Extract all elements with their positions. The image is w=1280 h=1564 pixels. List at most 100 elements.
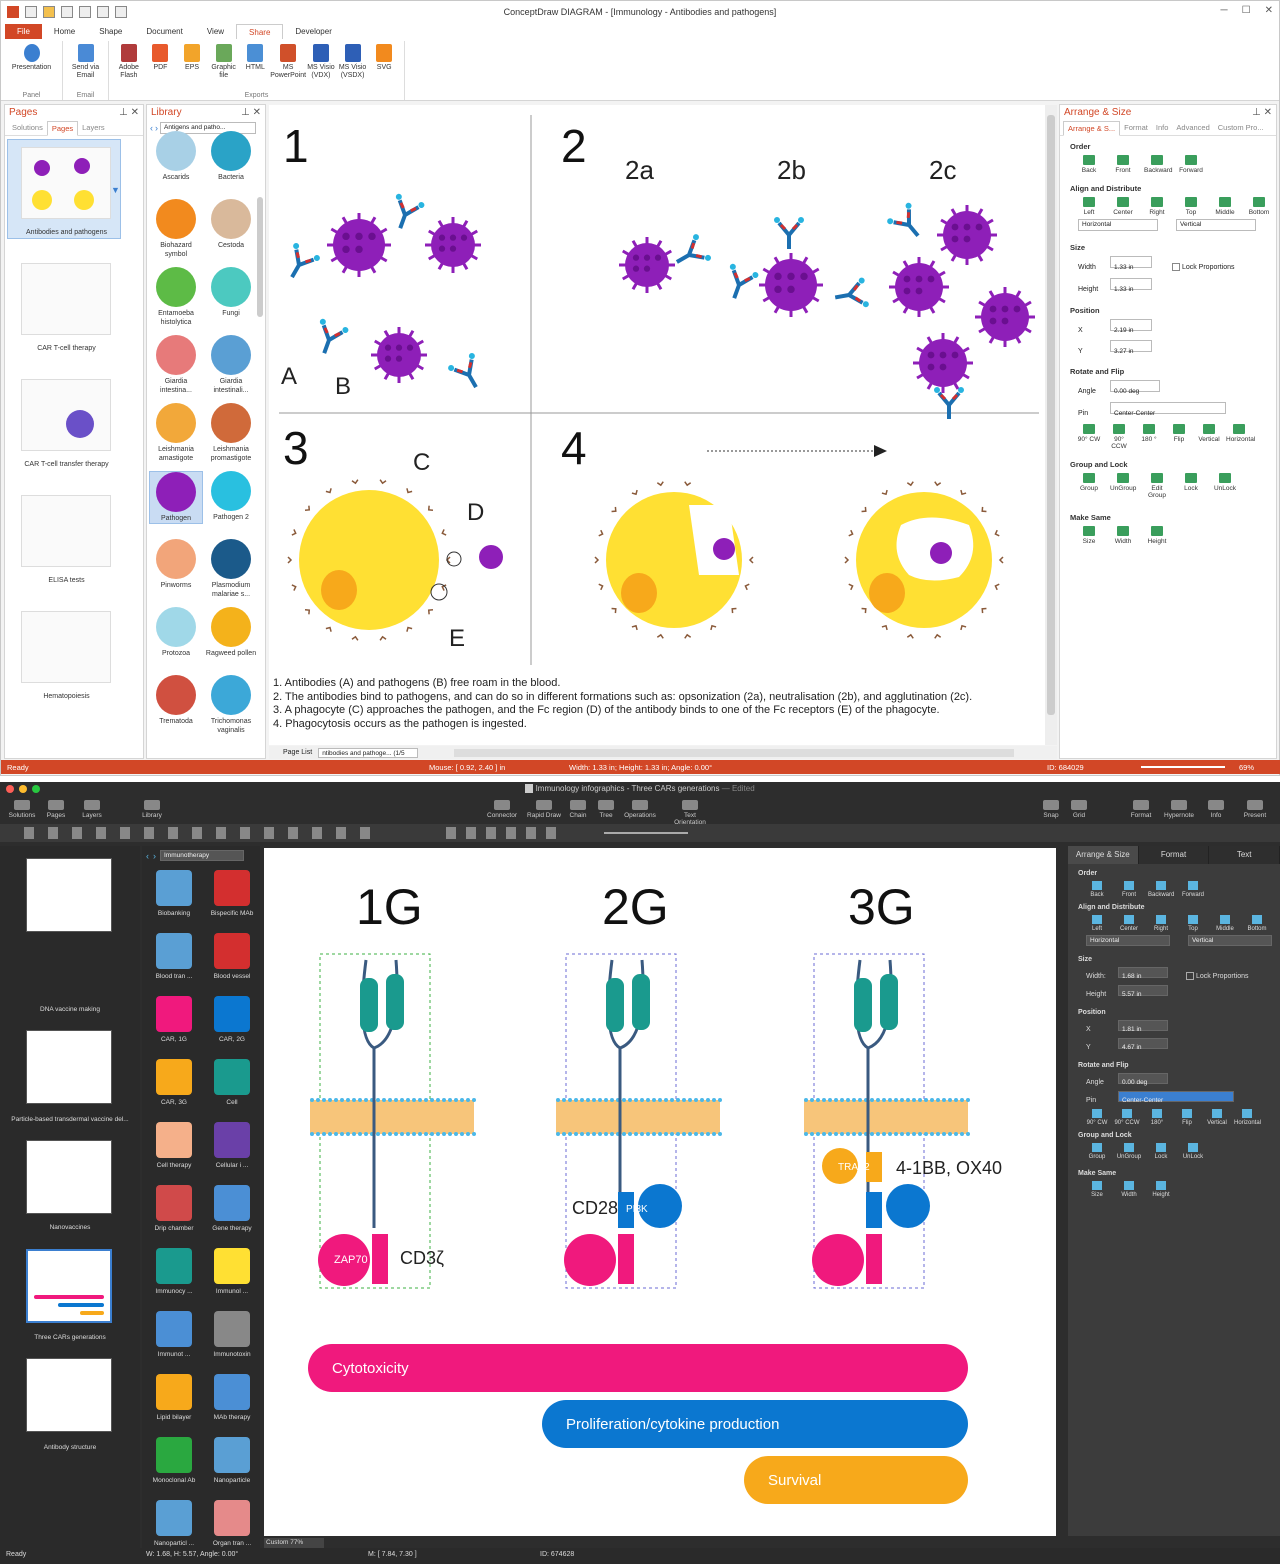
presentation-button[interactable]: Presentation [5, 41, 58, 88]
tab-format[interactable]: Format [1120, 121, 1152, 135]
arrange-back-button[interactable]: Back [1076, 155, 1102, 174]
tab-custom-properties[interactable]: Custom Pro... [1214, 121, 1268, 135]
arrange-middle-button[interactable]: Middle [1212, 915, 1238, 932]
tab-text[interactable]: Text [1209, 846, 1280, 864]
arrange-unlock-button[interactable]: UnLock [1212, 473, 1238, 499]
library-item[interactable]: Leishmania amastigote [149, 403, 203, 463]
page-thumbnail[interactable] [26, 1249, 112, 1323]
export-vdx-button[interactable]: MS Visio (VDX) [305, 41, 337, 88]
arrange-right-button[interactable]: Right [1148, 915, 1174, 932]
library-item[interactable]: Pathogen [149, 471, 203, 524]
horizontal-scrollbar[interactable] [454, 748, 1015, 757]
export-powerpoint-button[interactable]: MS PowerPoint [270, 41, 306, 88]
arrange-group-button[interactable]: Group [1084, 1143, 1110, 1160]
toolbar-present-button[interactable]: Present [1233, 800, 1277, 819]
y-field[interactable]: 4.67 in [1118, 1038, 1168, 1051]
page-label[interactable]: CAR T-cell therapy [5, 345, 128, 352]
page-thumbnail[interactable] [21, 147, 111, 219]
nav-back-icon[interactable]: ‹ [146, 851, 149, 861]
library-item[interactable]: Nanoparticl ... [144, 1500, 204, 1547]
toolbar-operations-button[interactable]: Operations [618, 800, 662, 819]
zoom-select[interactable]: Custom 77% [264, 1538, 324, 1548]
library-dropdown[interactable]: Immunotherapy [160, 850, 244, 861]
minimize-icon[interactable]: ─ [1221, 5, 1228, 16]
export-graphic-button[interactable]: Graphic file [208, 41, 240, 88]
x-field[interactable]: 1.81 in [1118, 1020, 1168, 1033]
pin-close-icon[interactable]: ⊥ ✕ [119, 107, 139, 119]
library-item[interactable]: Fungi [204, 267, 258, 318]
arrange-backward-button[interactable]: Backward [1148, 881, 1174, 898]
arrange-center-button[interactable]: Center [1110, 197, 1136, 216]
arrange-90-cw-button[interactable]: 90° CW [1084, 1109, 1110, 1126]
arrange-size-button[interactable]: Size [1084, 1181, 1110, 1198]
export-flash-button[interactable]: Adobe Flash [113, 41, 145, 88]
arrange-front-button[interactable]: Front [1116, 881, 1142, 898]
library-item[interactable]: Pinworms [149, 539, 203, 590]
library-item[interactable]: Immunot ... [144, 1311, 204, 1358]
library-item[interactable]: Entamoeba histolytica [149, 267, 203, 327]
arrange-180--button[interactable]: 180 ° [1136, 424, 1162, 450]
close-icon[interactable]: ✕ [1265, 5, 1273, 16]
toolbar-connector-button[interactable]: Connector [480, 800, 524, 819]
library-item[interactable]: Biobanking [144, 870, 204, 917]
library-item[interactable]: Giardia intestinali... [204, 335, 258, 395]
height-field[interactable]: 1.33 in [1110, 278, 1152, 293]
status-zoom[interactable]: 69% [1239, 763, 1254, 772]
library-item[interactable]: Cellular i ... [202, 1122, 262, 1169]
zoom-tools[interactable] [446, 827, 566, 839]
width-field[interactable]: 1.33 in [1110, 256, 1152, 271]
page-label[interactable]: ELISA tests [5, 577, 128, 584]
library-item[interactable]: Cell therapy [144, 1122, 204, 1169]
lock-proportions-checkbox[interactable] [1186, 972, 1194, 981]
tab-arrange-size[interactable]: Arrange & Size [1068, 846, 1139, 864]
arrange-top-button[interactable]: Top [1180, 915, 1206, 932]
arrange-height-button[interactable]: Height [1144, 526, 1170, 545]
library-item[interactable]: Nanoparticle [202, 1437, 262, 1484]
page-thumbnail[interactable] [26, 858, 112, 932]
page-label[interactable]: Antibody structure [0, 1444, 140, 1451]
arrange-ungroup-button[interactable]: UnGroup [1116, 1143, 1142, 1160]
arrange-vertical-button[interactable]: Vertical [1204, 1109, 1230, 1126]
lock-proportions-checkbox[interactable] [1172, 263, 1180, 272]
arrange-horizontal-button[interactable]: Horizontal [1234, 1109, 1261, 1126]
arrange-90-cw-button[interactable]: 90° CW [1076, 424, 1102, 450]
distribute-horizontal-select[interactable]: Horizontal [1086, 935, 1170, 946]
library-item[interactable]: Biohazard symbol [149, 199, 203, 259]
arrange-horizontal-button[interactable]: Horizontal [1226, 424, 1255, 450]
toolbar-library-button[interactable]: Library [130, 800, 174, 819]
library-item[interactable]: Cell [202, 1059, 262, 1106]
arrange-90-ccw-button[interactable]: 90° CCW [1114, 1109, 1140, 1126]
arrange-group-button[interactable]: Group [1076, 473, 1102, 499]
tab-solutions[interactable]: Solutions [8, 121, 47, 135]
library-item[interactable]: Bispecific MAb [202, 870, 262, 917]
library-scrollbar[interactable] [257, 197, 263, 317]
tab-layers[interactable]: Layers [78, 121, 109, 135]
tab-developer[interactable]: Developer [283, 24, 343, 39]
tab-view[interactable]: View [195, 24, 236, 39]
arrange-bottom-button[interactable]: Bottom [1244, 915, 1270, 932]
library-item[interactable]: Immunol ... [202, 1248, 262, 1295]
arrange-vertical-button[interactable]: Vertical [1196, 424, 1222, 450]
library-item[interactable]: Cestoda [204, 199, 258, 250]
arrange-front-button[interactable]: Front [1110, 155, 1136, 174]
minimize-button[interactable] [19, 785, 27, 793]
arrange-middle-button[interactable]: Middle [1212, 197, 1238, 216]
toolbar-info-button[interactable]: Info [1194, 800, 1238, 819]
library-item[interactable]: Ascarids [149, 131, 203, 182]
page-list-button[interactable]: Page List [283, 749, 312, 756]
y-field[interactable]: 3.27 in [1110, 340, 1152, 355]
arrange-flip-button[interactable]: Flip [1174, 1109, 1200, 1126]
zoom-slider[interactable] [1141, 766, 1225, 768]
library-item[interactable]: Blood vessel [202, 933, 262, 980]
tab-info[interactable]: Info [1152, 121, 1173, 135]
library-item[interactable]: MAb therapy [202, 1374, 262, 1421]
arrange-width-button[interactable]: Width [1110, 526, 1136, 545]
arrange-top-button[interactable]: Top [1178, 197, 1204, 216]
height-field[interactable]: 5.57 in [1118, 985, 1168, 998]
tab-format[interactable]: Format [1138, 846, 1210, 864]
library-item[interactable]: Gene therapy [202, 1185, 262, 1232]
export-pdf-button[interactable]: PDF [145, 41, 177, 88]
drawing-canvas[interactable]: 1G 2G 3G ZAP70 CD3ζ CD28 PI3K TRAF2 4-1B… [264, 848, 1056, 1536]
arrange-width-button[interactable]: Width [1116, 1181, 1142, 1198]
page-thumbnail[interactable] [26, 1030, 112, 1104]
